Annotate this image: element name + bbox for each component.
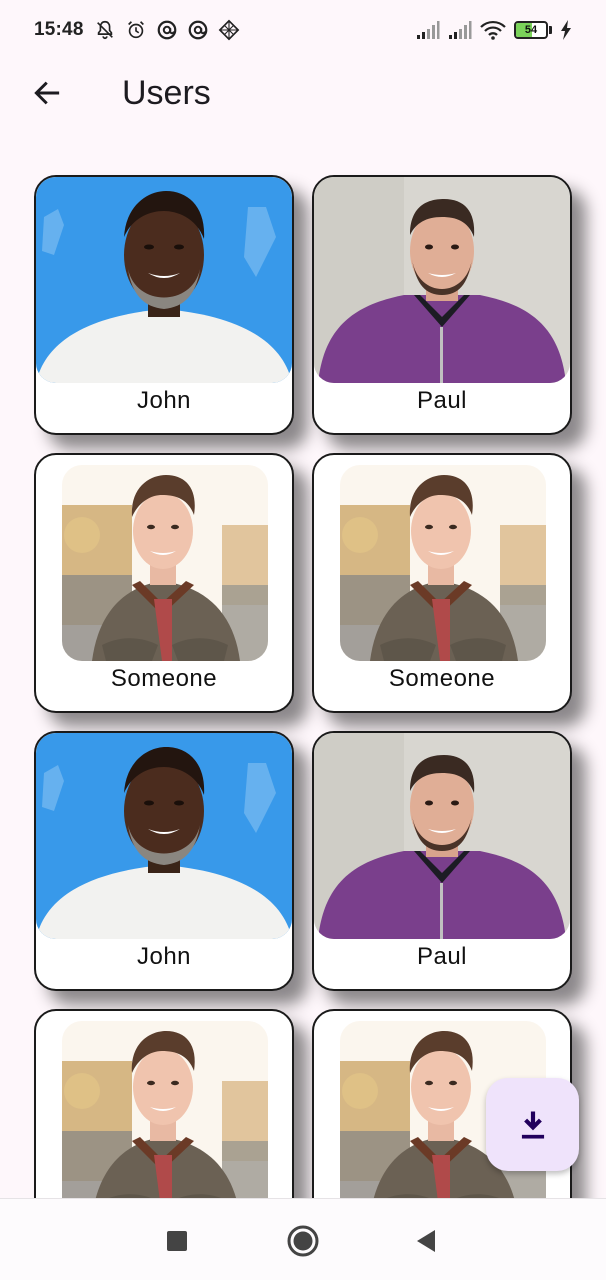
battery-level: 54 bbox=[524, 24, 538, 36]
signal-icon bbox=[416, 20, 440, 40]
at-sign-icon bbox=[156, 19, 178, 41]
signal-icon bbox=[448, 20, 472, 40]
back-nav-button[interactable] bbox=[404, 1219, 448, 1263]
user-photo bbox=[314, 733, 570, 939]
user-name: John bbox=[136, 943, 192, 970]
at-sign-icon bbox=[187, 19, 209, 41]
user-grid: John Paul Someone Someone John Paul bbox=[34, 175, 572, 1198]
system-nav-bar bbox=[0, 1198, 606, 1280]
user-photo bbox=[36, 177, 292, 383]
notifications-off-icon bbox=[94, 19, 116, 41]
back-triangle-icon bbox=[417, 1230, 435, 1252]
user-card[interactable] bbox=[34, 1009, 294, 1198]
user-grid-scroll[interactable]: John Paul Someone Someone John Paul bbox=[0, 160, 606, 1198]
recents-button[interactable] bbox=[155, 1219, 199, 1263]
page-title: Users bbox=[122, 73, 211, 112]
status-left-icons bbox=[94, 19, 240, 41]
user-name: Paul bbox=[416, 943, 468, 970]
home-button[interactable] bbox=[281, 1219, 325, 1263]
user-name: Paul bbox=[416, 387, 468, 414]
battery-icon: 54 bbox=[514, 21, 552, 39]
status-time: 15:48 bbox=[34, 19, 84, 40]
download-icon bbox=[521, 1110, 544, 1139]
diamond-grid-icon bbox=[218, 19, 240, 41]
status-bar: 15:48 54 bbox=[0, 0, 606, 60]
recents-square-icon bbox=[167, 1231, 187, 1251]
user-name: John bbox=[136, 387, 192, 414]
user-photo bbox=[62, 1021, 268, 1198]
user-card[interactable]: Paul bbox=[312, 731, 572, 991]
screen: 15:48 54 Users John Paul Someone Someone… bbox=[0, 0, 606, 1280]
alarm-icon bbox=[125, 19, 147, 41]
user-card[interactable]: Paul bbox=[312, 175, 572, 435]
user-photo bbox=[62, 465, 268, 661]
back-button[interactable] bbox=[18, 64, 76, 122]
arrow-left-icon bbox=[34, 81, 60, 105]
user-card[interactable]: Someone bbox=[312, 453, 572, 713]
user-card[interactable]: John bbox=[34, 731, 294, 991]
download-fab[interactable] bbox=[486, 1078, 579, 1171]
status-right-icons: 54 bbox=[416, 20, 572, 40]
user-name: Someone bbox=[388, 665, 496, 692]
wifi-icon bbox=[480, 20, 506, 40]
app-bar: Users bbox=[0, 60, 606, 126]
user-name: Someone bbox=[110, 665, 218, 692]
home-circle-icon bbox=[287, 1225, 319, 1257]
user-photo bbox=[314, 177, 570, 383]
charging-bolt-icon bbox=[560, 20, 572, 40]
user-photo bbox=[340, 465, 546, 661]
user-card[interactable]: John bbox=[34, 175, 294, 435]
user-photo bbox=[36, 733, 292, 939]
user-card[interactable]: Someone bbox=[34, 453, 294, 713]
